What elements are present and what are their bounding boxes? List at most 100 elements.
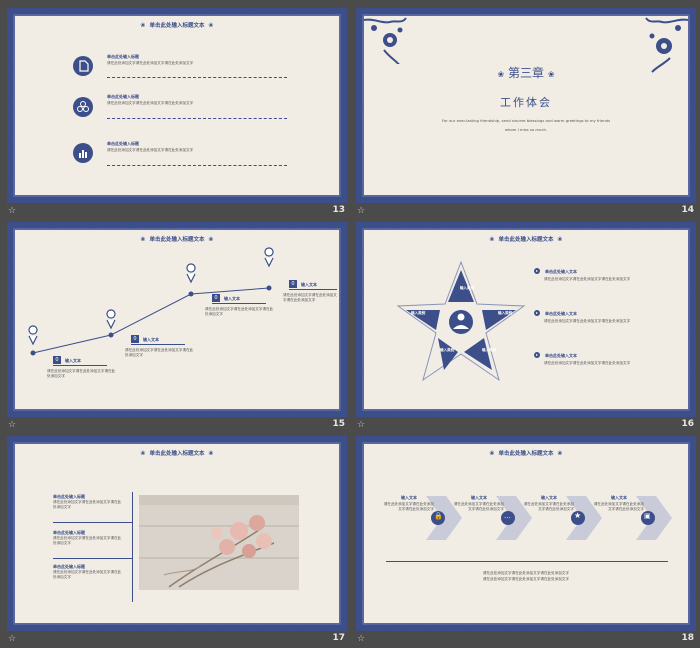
timeline-tag: 0 [289, 280, 297, 288]
body-text: 请在此处添加文字请在此处添加文字请在此处添加文字 [544, 361, 631, 365]
body-text: 请在此处添加文字请在此处添加文字请在此处添加文字 [53, 536, 122, 545]
slide-number: 16 [681, 419, 694, 429]
slide-canvas: ❀ 第三章 ❀ 工作体会 For our ever-lasting friend… [356, 8, 696, 203]
body-text: 请在此处添加文字请在此处添加文字请在此处添加文字 [107, 61, 194, 65]
slide-title: ❀ 单击此处输入标题文本 ❀ [489, 236, 563, 243]
document-icon [73, 56, 93, 76]
body-text: 请在此处添加文字请在此处添加文字请在此处添加文字 [125, 348, 194, 357]
star-point-label: 输入类别 [440, 348, 455, 352]
chapter-title: ❀ 第三章 ❀ [497, 66, 555, 80]
divider [107, 165, 287, 166]
step-label: 输入文本 [611, 495, 627, 500]
chapter-subtitle: 工作体会 [500, 96, 552, 109]
step-label: 输入文本 [471, 495, 487, 500]
body-text: 请在此处添加文字请在此处添加文字请在此处添加文字 [544, 277, 631, 281]
slide-canvas: ❀ 单击此处输入标题文本 ❀ 单击此处输入标题 请在此处添加文字请在此处添加文字请在… [7, 8, 347, 203]
body-text: 请在此处添加文字请在此处添加文字请在此处添加文字 [283, 293, 337, 302]
slide-thumbnail-18[interactable]: ❀ 单击此处输入标题文本 ❀ 🔒 … ★ ▣ 输入文本 请在此处添加文字请在此处添加… [356, 436, 696, 648]
slide-number: 17 [332, 633, 345, 643]
step-body: 请在此处添加文字请在此处添加文字请在此处添加文字 [453, 502, 504, 511]
slide-footer: ☆ 16 [356, 418, 696, 434]
divider [53, 522, 133, 523]
slide-title: ❀ 单击此处输入标题文本 ❀ [489, 450, 563, 457]
network-icon [73, 97, 93, 117]
slide-number: 14 [681, 205, 694, 215]
input-label: 输入文本 [224, 296, 240, 301]
slide-footer: ☆ 15 [7, 418, 347, 434]
timeline-tag: 0 [53, 356, 61, 364]
input-label: 输入文本 [65, 358, 81, 363]
underline [131, 344, 185, 345]
divider [107, 77, 287, 78]
star-point-label: 输入类别 [482, 348, 497, 352]
bullet-icon: ▸ [534, 310, 540, 316]
item-heading: 单击此处输入文本 [545, 269, 577, 274]
slide-thumbnail-17[interactable]: ❀ 单击此处输入标题文本 ❀ 单击此处输入标题 请在此处添加文字请在此处添加文字请在… [7, 436, 347, 648]
heading-text: 单击此处输入标题 [107, 94, 139, 99]
floral-ornament-left-icon [363, 17, 407, 64]
star-point-label: 输入类别 [498, 311, 513, 315]
divider [53, 558, 133, 559]
underline [53, 365, 107, 366]
slide-number: 15 [332, 419, 345, 429]
chat-icon: … [504, 512, 511, 520]
item-heading: 单击此处输入文本 [545, 353, 577, 358]
slide-thumbnail-14[interactable]: ❀ 第三章 ❀ 工作体会 For our ever-lasting friend… [356, 8, 696, 220]
divider [386, 561, 668, 562]
slide-number: 18 [681, 633, 694, 643]
bullet-icon: ▸ [534, 268, 540, 274]
slide-thumbnail-15[interactable]: ❀ 单击此处输入标题文本 ❀ 0 输入文本 请在此处添加文字请在此处添加文字请在此处… [7, 222, 347, 434]
step-body: 请在此处添加文字请在此处添加文字请在此处添加文字 [593, 502, 644, 511]
slide-number: 13 [332, 205, 345, 215]
star-icon: ★ [574, 511, 582, 520]
star-icon[interactable]: ☆ [357, 206, 365, 216]
slide-canvas: ❀ 单击此处输入标题文本 ❀ 0 输入文本 请在此处添加文字请在此处添加文字请在此处… [7, 222, 347, 417]
step-body: 请在此处添加文字请在此处添加文字请在此处添加文字 [523, 502, 574, 511]
underline [289, 289, 337, 290]
slide-canvas: ❀ 单击此处输入标题文本 ❀ 单击此处输入标题 请在此处添加文字请在此处添加文字请在… [7, 436, 347, 631]
english-line-1: For our ever-lasting friendship, send si… [441, 118, 611, 123]
slide-footer: ☆ 13 [7, 204, 347, 220]
slide-title: ❀ 单击此处输入标题文本 ❀ [140, 22, 214, 29]
star-icon[interactable]: ☆ [8, 634, 16, 644]
step-label: 输入文本 [541, 495, 557, 500]
briefcase-icon: ▣ [644, 512, 651, 520]
body-text: 请在此处添加文字请在此处添加文字请在此处添加文字 [53, 500, 122, 509]
heading-text: 单击此处输入标题 [107, 54, 139, 59]
bullet-icon: ▸ [534, 352, 540, 358]
slide-canvas: ❀ 单击此处输入标题文本 ❀ 🔒 … ★ ▣ 输入文本 请在此处添加文字请在此处添加… [356, 436, 696, 631]
star-icon[interactable]: ☆ [357, 420, 365, 430]
lock-icon: 🔒 [434, 512, 443, 520]
timeline-tag: 0 [131, 335, 139, 343]
step-label: 输入文本 [401, 495, 417, 500]
body-text: 请在此处添加文字请在此处添加文字请在此处添加文字 [47, 369, 116, 378]
star-icon[interactable]: ☆ [8, 206, 16, 216]
bar-chart-icon [73, 143, 93, 163]
body-text: 请在此处添加文字请在此处添加文字请在此处添加文字 [53, 570, 122, 579]
star-icon[interactable]: ☆ [8, 420, 16, 430]
body-text: 请在此处添加文字请在此处添加文字请在此处添加文字 [107, 101, 194, 105]
input-label: 输入文本 [301, 282, 317, 287]
step-body: 请在此处添加文字请在此处添加文字请在此处添加文字 [383, 502, 434, 511]
slide-thumbnail-13[interactable]: ❀ 单击此处输入标题文本 ❀ 单击此处输入标题 请在此处添加文字请在此处添加文字请在… [7, 8, 347, 220]
timeline-tag: 0 [212, 294, 220, 302]
summary-text: 请在此处添加文字请在此处添加文字请在此处添加文字 [482, 571, 570, 575]
star-icon[interactable]: ☆ [357, 634, 365, 644]
divider [132, 492, 133, 602]
timeline-line [28, 247, 274, 356]
roses-photo [139, 495, 299, 590]
summary-text: 请在此处添加文字请在此处添加文字请在此处添加文字 [482, 577, 570, 581]
star-point-label: 输入类别 [459, 286, 475, 290]
slide-canvas: ❀ 单击此处输入标题文本 ❀ 输入类别 输入类别 输入类别 输入类别 输入类别 ▸ … [356, 222, 696, 417]
star-point-label: 输入类别 [411, 311, 426, 315]
item-heading: 单击此处输入文本 [545, 311, 577, 316]
heading-text: 单击此处输入标题 [107, 141, 139, 146]
body-text: 请在此处添加文字请在此处添加文字请在此处添加文字 [544, 319, 631, 323]
body-text: 请在此处添加文字请在此处添加文字请在此处添加文字 [107, 148, 194, 152]
input-label: 输入文本 [143, 337, 159, 342]
slide-footer: ☆ 14 [356, 204, 696, 220]
body-text: 请在此处添加文字请在此处添加文字请在此处添加文字 [205, 307, 274, 316]
slide-title: ❀ 单击此处输入标题文本 ❀ [140, 450, 214, 457]
slide-thumbnail-16[interactable]: ❀ 单击此处输入标题文本 ❀ 输入类别 输入类别 输入类别 输入类别 输入类别 ▸ … [356, 222, 696, 434]
underline [212, 303, 266, 304]
